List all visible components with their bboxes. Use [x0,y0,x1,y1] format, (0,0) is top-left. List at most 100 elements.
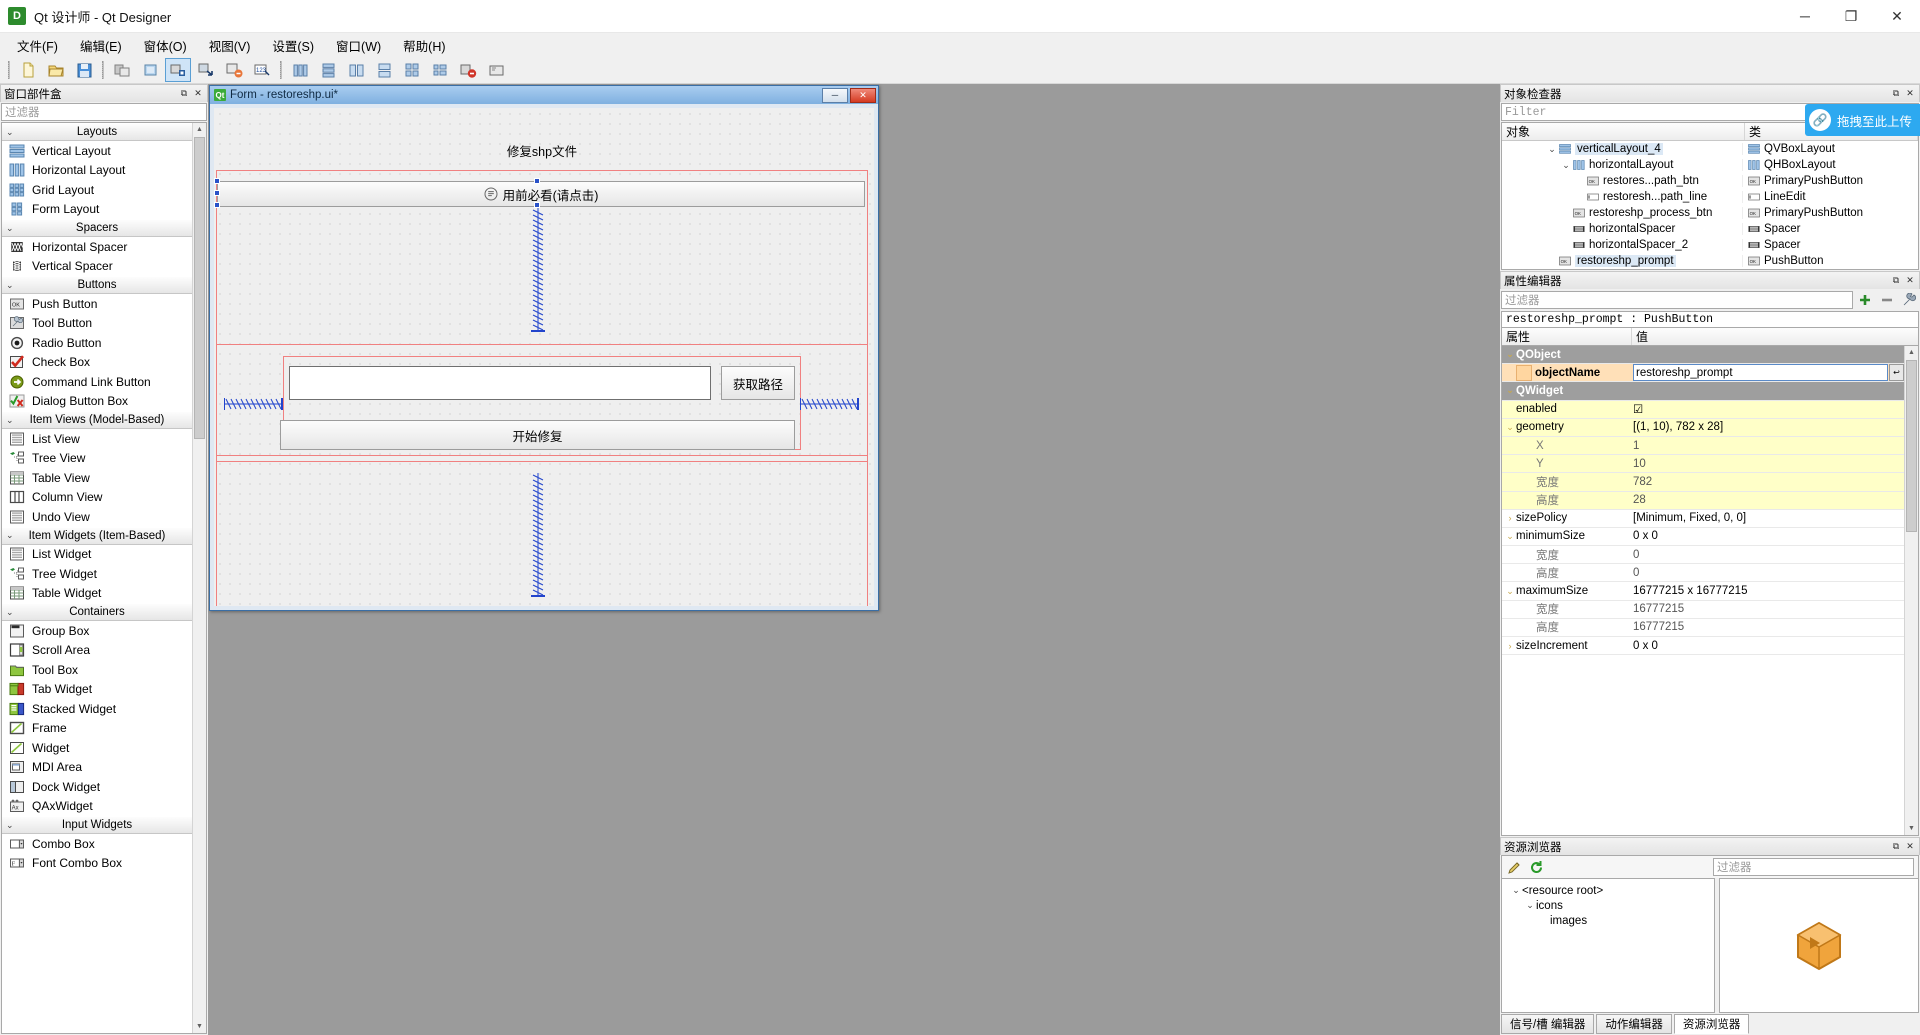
property-value-cell[interactable]: 28 [1629,494,1904,506]
property-row[interactable]: Y 10 [1502,455,1904,474]
mdi-workspace[interactable]: Qt Form - restoreshp.ui* ─ ✕ 修复shp文件 用前必… [208,84,1500,1035]
widget-item-qaxwidget[interactable]: Ax QAxWidget [2,797,192,817]
open-file-icon[interactable] [43,58,69,82]
property-row[interactable]: › sizePolicy [Minimum, Fixed, 0, 0] [1502,509,1904,528]
property-value-cell[interactable]: [(1, 10), 782 x 28] [1629,421,1904,433]
tab-action-editor[interactable]: 动作编辑器 [1596,1014,1672,1034]
property-row[interactable]: enabled ☑ [1502,400,1904,419]
property-row[interactable]: ⌄ QObject [1502,346,1904,365]
widget-category-item-views-model-based[interactable]: ⌄ Item Views (Model-Based) [2,411,192,429]
widget-item-tab-widget[interactable]: Tab Widget [2,680,192,700]
undock-icon[interactable]: ⧉ [178,88,190,100]
property-value-cell[interactable]: 0 x 0 [1629,640,1904,652]
resource-filter-input[interactable]: 过滤器 [1713,858,1914,876]
form-titlebar[interactable]: Qt Form - restoreshp.ui* ─ ✕ [210,86,878,104]
column-header-property[interactable]: 属性 [1502,328,1632,345]
widget-item-vertical-layout[interactable]: Vertical Layout [2,141,192,161]
column-header-value[interactable]: 值 [1632,328,1918,345]
chevron-down-icon[interactable]: ⌄ [1504,422,1516,433]
object-inspector-row[interactable]: OK restoreshp_prompt OK PushButton [1502,253,1918,269]
object-inspector-scrollbar[interactable] [1906,18,1919,1034]
edit-tab-order-icon[interactable] [193,58,219,82]
widget-box-filter-input[interactable]: 过滤器 [1,103,207,121]
pencil-icon[interactable] [1504,859,1524,876]
property-row[interactable]: 高度 16777215 [1502,618,1904,637]
property-value-cell[interactable]: 1 [1629,440,1904,452]
property-value-cell[interactable]: 0 [1629,549,1904,561]
chevron-down-icon[interactable]: ⌄ [1546,144,1558,155]
selection-handle[interactable] [214,178,220,184]
widget-item-dock-widget[interactable]: Dock Widget [2,777,192,797]
edit-number-icon[interactable] [221,58,247,82]
object-inspector-row[interactable]: restoresh...path_line LineEdit [1502,189,1918,205]
reload-icon[interactable] [1526,859,1546,876]
chevron-down-icon[interactable]: ⌄ [1560,160,1572,171]
layout-grid-icon[interactable] [399,58,425,82]
property-row[interactable]: 宽度 16777215 [1502,600,1904,619]
property-value-cell[interactable]: 782 [1629,476,1904,488]
property-row[interactable]: ⌄ geometry [(1, 10), 782 x 28] [1502,418,1904,437]
property-value-cell[interactable]: 0 [1629,567,1904,579]
widget-item-column-view[interactable]: Column View [2,488,192,508]
object-inspector-row[interactable]: ⌄ verticalLayout_4 QVBoxLayout [1502,141,1918,157]
selection-handle[interactable] [214,202,220,208]
widget-category-layouts[interactable]: ⌄ Layouts [2,123,192,141]
close-icon[interactable]: ✕ [192,88,204,100]
add-icon[interactable] [1855,292,1875,309]
widget-category-containers[interactable]: ⌄ Containers [2,603,192,621]
undock-icon[interactable]: ⧉ [1890,841,1902,853]
object-inspector-row[interactable]: horizontalSpacer_2 Spacer [1502,237,1918,253]
undock-icon[interactable]: ⧉ [1890,275,1902,287]
restoreshp-get-path-button[interactable]: 获取路径 [721,366,795,400]
restoreshp-process-button[interactable]: 开始修复 [280,420,795,450]
object-name-input[interactable]: restoreshp_prompt [1633,364,1888,382]
layout-horizontal-icon[interactable] [287,58,313,82]
widget-category-spacers[interactable]: ⌄ Spacers [2,219,192,237]
chevron-down-icon[interactable]: ⌄ [1504,349,1516,360]
widget-item-grid-layout[interactable]: Grid Layout [2,180,192,200]
selection-handle[interactable] [534,178,540,184]
object-inspector-row[interactable]: OK restoreshp_process_btn OK PrimaryPushBut… [1502,205,1918,221]
property-value-cell[interactable]: 16777215 x 16777215 [1629,585,1904,597]
tab-resource-browser[interactable]: 资源浏览器 [1673,1014,1750,1034]
menu-view[interactable]: 视图(V) [198,33,262,58]
chevron-down-icon[interactable]: ⌄ [1504,531,1516,542]
property-row[interactable]: ⌄ maximumSize 16777215 x 16777215 [1502,582,1904,601]
chevron-right-icon[interactable]: › [1504,513,1516,523]
property-editor-filter-input[interactable]: 过滤器 [1501,291,1853,309]
scroll-up-icon[interactable]: ▲ [1905,346,1918,359]
undock-icon[interactable]: ⧉ [1890,88,1902,100]
widget-item-mdi-area[interactable]: MDI Area [2,758,192,778]
widget-item-command-link-button[interactable]: Command Link Button [2,372,192,392]
column-header-object[interactable]: 对象 [1502,123,1745,140]
scroll-down-icon[interactable]: ▼ [193,1020,206,1033]
upload-badge[interactable]: 🔗 拖拽至此上传 [1804,104,1920,136]
chevron-down-icon[interactable]: ⌄ [1504,586,1516,597]
property-value-cell[interactable]: 16777215 [1629,603,1904,615]
edit-widgets-icon[interactable] [109,58,135,82]
object-inspector-row[interactable]: OK restores...path_btn OK PrimaryPushButton [1502,173,1918,189]
widget-category-buttons[interactable]: ⌄ Buttons [2,276,192,294]
menu-file[interactable]: 文件(F) [6,33,69,58]
widget-item-list-view[interactable]: List View [2,429,192,449]
layout-splitter-v-icon[interactable] [371,58,397,82]
property-row[interactable]: 高度 0 [1502,564,1904,583]
widget-item-push-button[interactable]: OK Push Button [2,294,192,314]
widget-item-dialog-button-box[interactable]: Dialog Button Box [2,392,192,412]
widget-item-tool-button[interactable]: Tool Button [2,314,192,334]
menu-form[interactable]: 窗体(O) [133,33,198,58]
widget-item-tree-widget[interactable]: Tree Widget [2,564,192,584]
chevron-down-icon[interactable]: ⌄ [1510,885,1522,896]
object-inspector-row[interactable]: horizontalSpacer Spacer [1502,221,1918,237]
widget-item-tool-box[interactable]: Tool Box [2,660,192,680]
widget-item-check-box[interactable]: Check Box [2,353,192,373]
maximize-button[interactable]: ❐ [1828,0,1874,32]
widget-item-table-widget[interactable]: Table Widget [2,584,192,604]
layout-form-icon[interactable] [427,58,453,82]
widget-item-undo-view[interactable]: Undo View [2,507,192,527]
new-file-icon[interactable] [15,58,41,82]
property-value-cell[interactable]: [Minimum, Fixed, 0, 0] [1629,512,1904,524]
resource-tree-item[interactable]: ⌄ <resource root> [1502,883,1714,898]
chevron-right-icon[interactable]: › [1504,641,1516,651]
property-editor-scrollbar[interactable]: ▲ ▼ [1904,346,1918,835]
